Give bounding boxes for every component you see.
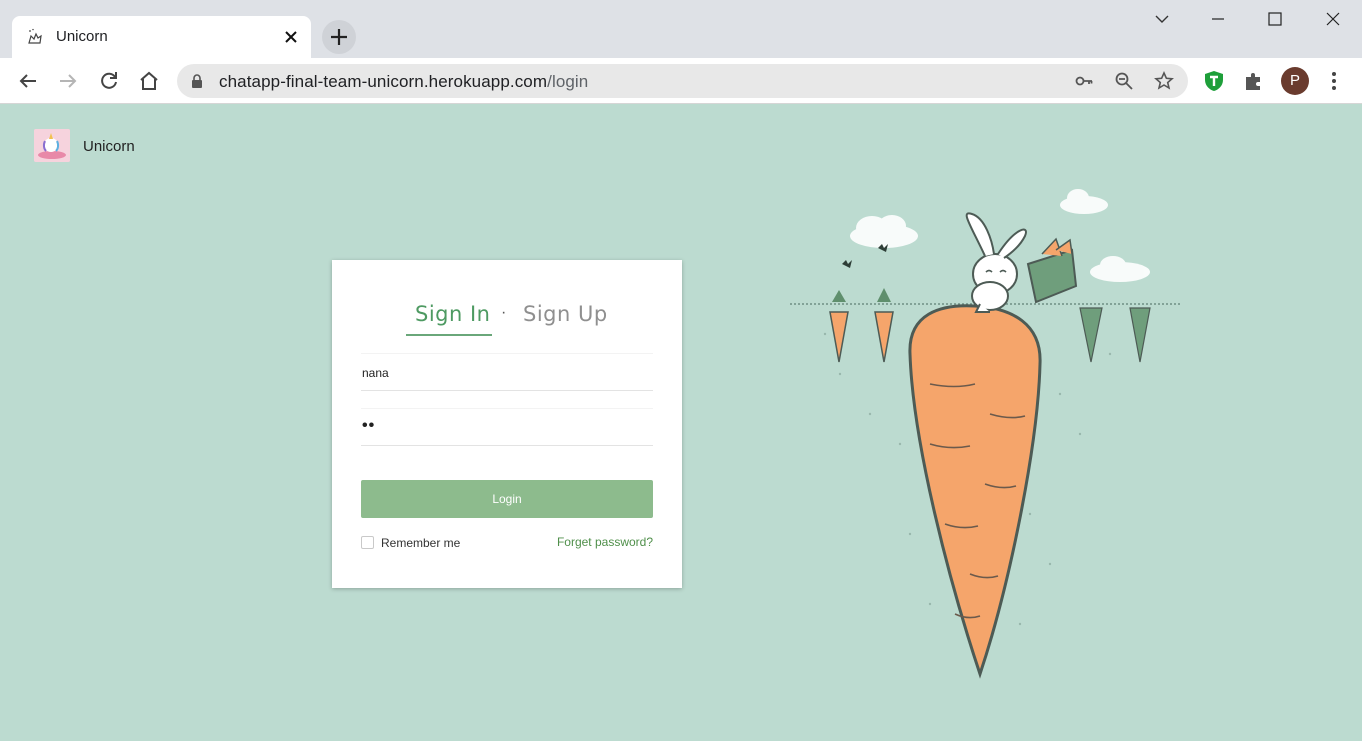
- plus-icon: [331, 29, 347, 45]
- zoom-out-icon[interactable]: [1114, 71, 1134, 91]
- password-value: ••: [362, 417, 376, 434]
- extensions-puzzle-icon[interactable]: [1242, 69, 1266, 93]
- home-icon[interactable]: [137, 69, 161, 93]
- forgot-password-link[interactable]: Forget password?: [557, 535, 653, 549]
- brand-name[interactable]: Unicorn: [83, 138, 135, 155]
- password-field[interactable]: ••: [361, 408, 653, 446]
- cloud-icon: [850, 215, 918, 248]
- tab-separator: ·: [501, 304, 507, 321]
- login-page: Unicorn Sign In · Sign Up nana •• Login …: [0, 104, 1362, 741]
- tab-sign-up[interactable]: Sign Up: [523, 302, 608, 326]
- address-bar[interactable]: chatapp-final-team-unicorn.herokuapp.com…: [177, 64, 1188, 98]
- active-tab-underline: [406, 334, 492, 336]
- remember-me-checkbox[interactable]: [361, 536, 374, 549]
- shield-extension-icon[interactable]: [1202, 69, 1226, 93]
- login-button[interactable]: Login: [361, 480, 653, 518]
- browser-tab[interactable]: Unicorn: [12, 16, 311, 58]
- url-text[interactable]: chatapp-final-team-unicorn.herokuapp.com…: [219, 72, 588, 92]
- close-tab-icon[interactable]: [281, 27, 301, 47]
- unicorn-logo-art: [34, 129, 70, 162]
- url-host: chatapp-final-team-unicorn.herokuapp.com: [219, 72, 548, 91]
- remember-me-label[interactable]: Remember me: [381, 536, 460, 550]
- login-card: Sign In · Sign Up nana •• Login Remember…: [332, 260, 682, 588]
- browser-toolbar: chatapp-final-team-unicorn.herokuapp.com…: [0, 58, 1362, 104]
- back-arrow-icon[interactable]: [16, 69, 40, 93]
- bunny-icon: [965, 212, 1027, 313]
- username-field[interactable]: nana: [361, 353, 653, 391]
- tab-sign-in[interactable]: Sign In: [415, 302, 490, 326]
- tab-title: Unicorn: [56, 28, 108, 45]
- profile-avatar[interactable]: P: [1281, 67, 1309, 95]
- more-menu-icon[interactable]: [1322, 69, 1346, 93]
- reload-icon[interactable]: [97, 69, 121, 93]
- bookmark-star-icon[interactable]: [1154, 71, 1174, 91]
- forward-arrow-icon[interactable]: [56, 69, 80, 93]
- browser-tabstrip: Unicorn: [0, 0, 1362, 58]
- username-value: nana: [362, 366, 389, 380]
- url-path: /login: [547, 72, 589, 91]
- cloud-icon: [1060, 189, 1108, 214]
- lock-icon[interactable]: [190, 74, 204, 88]
- minimize-icon[interactable]: [1204, 6, 1232, 32]
- key-icon[interactable]: [1074, 71, 1094, 91]
- unicorn-logo-icon[interactable]: [34, 129, 70, 162]
- new-tab-button[interactable]: [322, 20, 356, 54]
- maximize-icon[interactable]: [1261, 6, 1289, 32]
- unicorn-favicon-icon: [28, 28, 42, 44]
- bunny-carrot-illustration: [790, 189, 1180, 679]
- cloud-icon: [1090, 256, 1150, 282]
- tab-search-chevron-icon[interactable]: [1148, 6, 1176, 32]
- close-window-icon[interactable]: [1319, 6, 1347, 32]
